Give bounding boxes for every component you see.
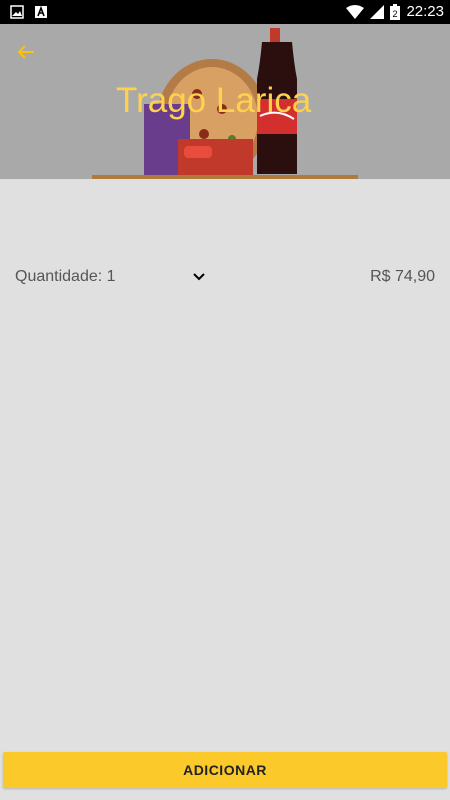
battery-icon: 2 xyxy=(390,3,401,20)
quantity-label: Quantidade: 1 xyxy=(15,268,116,285)
image-notification-icon xyxy=(10,5,24,19)
status-time: 22:23 xyxy=(406,3,444,20)
battery-level: 2 xyxy=(393,9,398,19)
signal-icon xyxy=(370,4,385,19)
header: Trago Larica xyxy=(0,24,450,179)
product-title: Trago Larica xyxy=(116,81,312,120)
chevron-down-icon[interactable] xyxy=(189,267,209,287)
quantity-row: Quantidade: 1 R$ 74,90 xyxy=(0,262,450,292)
status-bar: 2 22:23 xyxy=(0,0,450,24)
price-label: R$ 74,90 xyxy=(370,268,435,285)
app-notification-icon xyxy=(35,5,47,18)
wifi-icon xyxy=(346,4,365,19)
add-button[interactable]: ADICIONAR xyxy=(3,752,447,788)
back-arrow-icon[interactable] xyxy=(14,40,38,64)
